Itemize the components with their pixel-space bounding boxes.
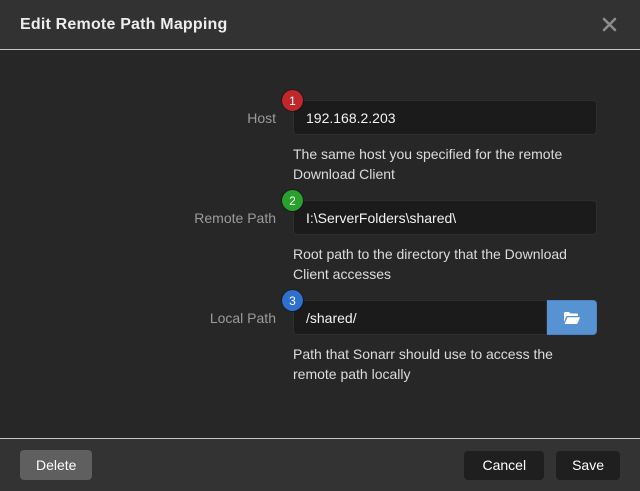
remote-path-label: Remote Path: [0, 200, 276, 284]
local-path-input[interactable]: [293, 300, 547, 335]
browse-path-button[interactable]: [547, 300, 597, 335]
edit-remote-path-mapping-modal: Edit Remote Path Mapping Host 1 The same…: [0, 0, 640, 491]
host-label: Host: [0, 100, 276, 184]
remote-path-help-text: Root path to the directory that the Down…: [293, 244, 593, 284]
form-group-local-path: Local Path 3 Path that Sonarr should: [0, 300, 640, 384]
close-icon[interactable]: [598, 14, 620, 36]
form-group-remote-path: Remote Path 2 Root path to the directory…: [0, 200, 640, 284]
local-path-label: Local Path: [0, 300, 276, 384]
annotation-badge-1: 1: [282, 90, 303, 111]
modal-header: Edit Remote Path Mapping: [0, 0, 640, 50]
local-path-help-text: Path that Sonarr should use to access th…: [293, 344, 593, 384]
annotation-badge-2: 2: [282, 190, 303, 211]
save-button[interactable]: Save: [556, 451, 620, 480]
form-group-host: Host 1 The same host you specified for t…: [0, 100, 640, 184]
modal-footer: Delete Cancel Save: [0, 438, 640, 491]
host-help-text: The same host you specified for the remo…: [293, 144, 593, 184]
remote-path-input[interactable]: [293, 200, 597, 235]
annotation-badge-3: 3: [282, 290, 303, 311]
modal-body: Host 1 The same host you specified for t…: [0, 50, 640, 438]
delete-button[interactable]: Delete: [20, 450, 92, 480]
cancel-button[interactable]: Cancel: [464, 451, 544, 480]
modal-title: Edit Remote Path Mapping: [20, 16, 227, 34]
open-folder-icon: [563, 311, 581, 325]
host-input[interactable]: [293, 100, 597, 135]
